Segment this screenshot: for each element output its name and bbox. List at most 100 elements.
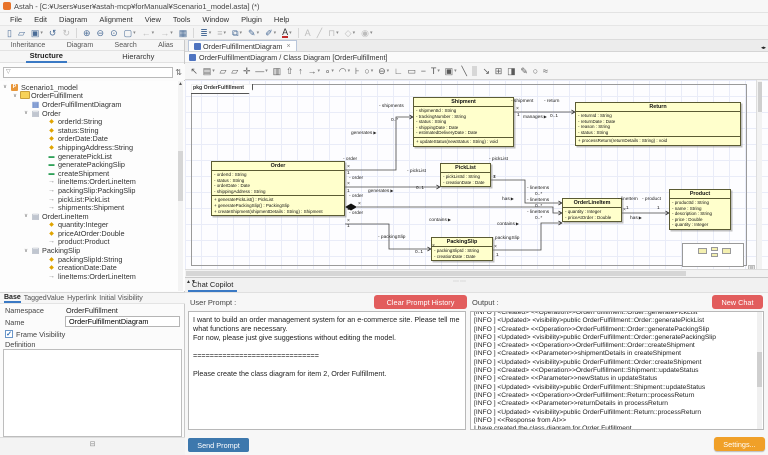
- tree-expand-caret[interactable]: [24, 248, 31, 254]
- toolbar-button[interactable]: ⊙: [107, 27, 121, 39]
- menu-item[interactable]: Alignment: [93, 15, 138, 24]
- diagram-tool-button[interactable]: ⇧: [283, 65, 295, 77]
- tree-item[interactable]: OrderFulfillment: [0, 92, 185, 101]
- clear-prompt-history-button[interactable]: Clear Prompt History: [374, 295, 467, 309]
- tree-item[interactable]: lineItems:OrderLineItem: [0, 178, 185, 187]
- view-tab[interactable]: Structure: [26, 50, 67, 63]
- send-prompt-button[interactable]: Send Prompt: [188, 438, 249, 452]
- tree-item[interactable]: creationDate:Date: [0, 263, 185, 272]
- menu-item[interactable]: Diagram: [53, 15, 93, 24]
- toolbar-button[interactable]: ▣: [28, 27, 46, 39]
- tree-item[interactable]: priceAtOrder:Double: [0, 229, 185, 238]
- toolbar-button[interactable]: ⊓: [325, 27, 342, 39]
- chat-copilot-tab[interactable]: Chat Copilot: [188, 280, 237, 292]
- class-box-picklist[interactable]: PickList - pickListId : String- creation…: [440, 163, 491, 187]
- diagram-tool-button[interactable]: ○: [530, 65, 540, 77]
- diagram-tool-button[interactable]: ▱: [217, 65, 229, 77]
- class-box-order[interactable]: Order - orderId : String- status : Strin…: [211, 161, 345, 216]
- tree-item[interactable]: orderId:String: [0, 117, 185, 126]
- toolbar-button[interactable]: A: [279, 27, 295, 39]
- menu-item[interactable]: Help: [268, 15, 295, 24]
- property-tab[interactable]: Base: [4, 294, 21, 303]
- menu-item[interactable]: Window: [196, 15, 235, 24]
- toolbar-button[interactable]: ←: [139, 27, 158, 39]
- tree-filter-input[interactable]: [3, 67, 173, 78]
- tree-item[interactable]: quantity:Integer: [0, 221, 185, 230]
- class-box-orderlineitem[interactable]: OrderLineItem - quantity : Integer- pric…: [562, 198, 622, 222]
- close-tab-icon[interactable]: ×: [286, 43, 290, 50]
- definition-textarea[interactable]: [3, 349, 182, 437]
- vertical-scrollbar[interactable]: [756, 80, 762, 269]
- diagram-tool-button[interactable]: ✛: [241, 65, 253, 77]
- new-chat-button[interactable]: New Chat: [712, 295, 763, 309]
- tree-item[interactable]: lineItems:OrderLineItem: [0, 272, 185, 281]
- tree-expand-caret[interactable]: [13, 93, 20, 99]
- left-panel-tab[interactable]: Search: [111, 41, 141, 50]
- association-edge[interactable]: [345, 117, 413, 170]
- toolbar-button[interactable]: ⊖: [94, 27, 108, 39]
- diagram-tool-button[interactable]: ▣: [442, 65, 459, 77]
- diagram-tool-button[interactable]: ∟: [392, 65, 406, 77]
- tree-expand-caret[interactable]: [24, 110, 31, 116]
- toolbar-button[interactable]: ◉: [358, 27, 375, 39]
- diagram-tool-button[interactable]: ≈: [541, 65, 551, 77]
- diagram-tool-button[interactable]: [472, 66, 477, 76]
- tree-item[interactable]: status:String: [0, 126, 185, 135]
- menu-item[interactable]: Edit: [28, 15, 53, 24]
- tree-item[interactable]: generatePickList: [0, 152, 185, 161]
- menu-item[interactable]: View: [139, 15, 167, 24]
- settings-button[interactable]: Settings...: [714, 437, 765, 451]
- toolbar-button[interactable]: →: [157, 27, 176, 39]
- property-tab[interactable]: TaggedValue: [24, 295, 64, 302]
- diagram-tool-button[interactable]: →: [305, 65, 322, 77]
- tree-scrollbar[interactable]: ▲: [178, 81, 183, 291]
- property-tab[interactable]: Hyperlink: [67, 295, 96, 302]
- frame-visibility-checkbox[interactable]: ✓: [5, 330, 13, 338]
- left-panel-tab[interactable]: Alias: [154, 41, 177, 50]
- tree-expand-caret[interactable]: [24, 213, 31, 219]
- diagram-tool-button[interactable]: ∘: [322, 65, 336, 77]
- toolbar-button[interactable]: ≡: [214, 27, 229, 39]
- tree-item[interactable]: packingSlipId:String: [0, 255, 185, 264]
- tree-item[interactable]: generatePackingSlip: [0, 160, 185, 169]
- tree-item[interactable]: PackingSlip: [0, 246, 185, 255]
- tree-item[interactable]: OrderFulfillmentDiagram: [0, 100, 185, 109]
- toolbar-button[interactable]: ▦: [176, 27, 191, 39]
- toolbar-button[interactable]: [76, 28, 77, 38]
- class-box-product[interactable]: Product - productId : String- name : Str…: [669, 189, 731, 230]
- toolbar-button[interactable]: ✎: [245, 27, 262, 39]
- diagram-tool-button[interactable]: ◠: [336, 65, 352, 77]
- diagram-canvas[interactable]: pkg OrderFulfillment: [185, 80, 768, 269]
- class-box-packingslip[interactable]: PackingSlip - packingSlipId : String- cr…: [431, 237, 493, 261]
- toolbar-button[interactable]: ◇: [342, 27, 358, 39]
- diagram-tool-button[interactable]: ⊖: [376, 65, 392, 77]
- left-panel-tab[interactable]: Inheritance: [7, 41, 50, 50]
- toolbar-button[interactable]: ⧉: [229, 27, 245, 39]
- menu-item[interactable]: Tools: [167, 15, 197, 24]
- left-panel-tab[interactable]: Diagram: [63, 41, 97, 50]
- diagram-tool-button[interactable]: −: [418, 65, 428, 77]
- toolbar-button[interactable]: [298, 28, 299, 38]
- toolbar-button[interactable]: ↺: [46, 27, 60, 39]
- diagram-tool-button[interactable]: ↖: [188, 65, 200, 77]
- output-log[interactable]: [INFO ] <Created> <<Operation>>OrderFulf…: [470, 311, 764, 430]
- diagram-tool-button[interactable]: ⊦: [352, 65, 361, 77]
- horizontal-scrollbar[interactable]: [185, 269, 768, 277]
- panel-collapse-strip[interactable]: ⊟: [0, 437, 185, 455]
- tree-item[interactable]: createShipment: [0, 169, 185, 178]
- panel-drag-grip[interactable]: ⋯⋯: [453, 278, 467, 285]
- toolbar-button[interactable]: ↻: [59, 27, 73, 39]
- user-prompt-textarea[interactable]: I want to build an order management syst…: [188, 311, 466, 430]
- diagram-tool-button[interactable]: ╲: [459, 65, 469, 77]
- diagram-tool-button[interactable]: ↑: [296, 65, 305, 77]
- tree-item[interactable]: pickList:PickList: [0, 195, 185, 204]
- toolbar-button[interactable]: ⊕: [80, 27, 94, 39]
- class-box-shipment[interactable]: Shipment - shipmentId : String- tracking…: [413, 97, 514, 147]
- scroll-up-arrow[interactable]: ▲: [178, 81, 183, 87]
- toolbar-button[interactable]: ✐: [262, 27, 279, 39]
- class-box-return[interactable]: Return - returnId : String- returnDate :…: [575, 102, 741, 146]
- diagram-tool-button[interactable]: ▤: [200, 65, 217, 77]
- tree-item[interactable]: packingSlip:PackingSlip: [0, 186, 185, 195]
- toolbar-button[interactable]: ≣: [197, 27, 214, 39]
- toolbar-button[interactable]: ╱: [314, 27, 325, 39]
